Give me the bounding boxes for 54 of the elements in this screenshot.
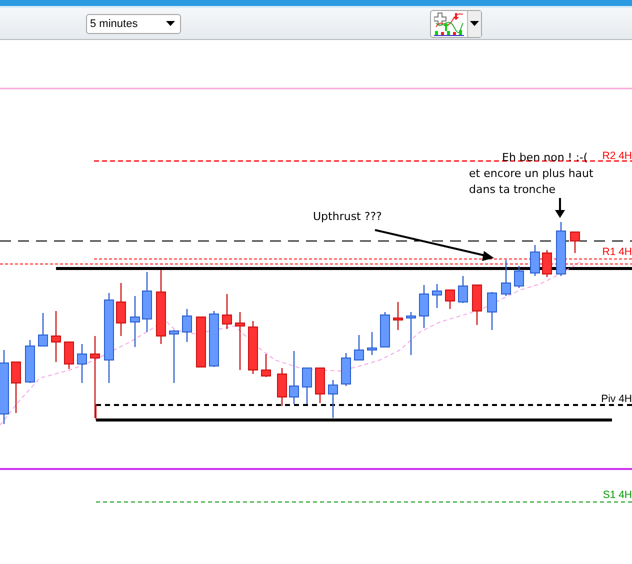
candlestick bbox=[77, 344, 87, 383]
candlestick bbox=[130, 296, 140, 347]
candlestick bbox=[419, 285, 429, 328]
candlestick bbox=[182, 309, 192, 342]
candlestick bbox=[514, 266, 524, 288]
caret-icon bbox=[166, 21, 175, 26]
candlestick bbox=[406, 312, 416, 355]
candlestick bbox=[472, 284, 482, 325]
candlestick bbox=[209, 311, 219, 367]
candlestick bbox=[116, 283, 126, 336]
candlestick bbox=[501, 260, 511, 296]
candlestick bbox=[51, 311, 61, 362]
candlestick bbox=[542, 250, 552, 277]
candlestick bbox=[556, 222, 566, 276]
candlestick bbox=[289, 351, 299, 404]
level-label: R1 4H bbox=[602, 246, 632, 258]
candlestick bbox=[380, 312, 390, 348]
level-label: S1 4H bbox=[602, 489, 632, 501]
candlestick bbox=[570, 232, 580, 253]
candlestick bbox=[328, 380, 338, 418]
candlestick bbox=[432, 284, 442, 308]
candlestick bbox=[169, 330, 179, 383]
annotation-text: dans ta tronche bbox=[469, 182, 556, 198]
annotation-text: Eh ben non ! :-( bbox=[502, 150, 588, 166]
indicators-button[interactable] bbox=[430, 10, 482, 38]
level-label: R2 4H bbox=[602, 150, 632, 162]
candlestick bbox=[142, 272, 152, 332]
candlestick bbox=[341, 353, 351, 386]
candlestick bbox=[248, 321, 258, 374]
candlestick bbox=[530, 245, 540, 276]
indicator-chart-icon bbox=[434, 11, 464, 36]
candlestick bbox=[445, 290, 455, 309]
caret-icon bbox=[470, 21, 479, 26]
candlestick bbox=[393, 302, 403, 330]
candlestick bbox=[11, 362, 21, 413]
candlestick bbox=[196, 316, 206, 368]
annotation-text: Upthrust ??? bbox=[313, 209, 382, 225]
annotation-text: et encore un plus haut bbox=[469, 166, 594, 182]
candlestick bbox=[64, 342, 74, 369]
candlestick bbox=[277, 368, 287, 406]
candlestick bbox=[222, 294, 232, 329]
candlestick bbox=[367, 332, 377, 355]
candlestick bbox=[235, 312, 245, 370]
candlestick bbox=[261, 354, 271, 377]
candlestick bbox=[25, 340, 35, 383]
candlestick bbox=[38, 313, 48, 346]
candlestick bbox=[458, 276, 468, 303]
level-label: Piv 4H bbox=[601, 393, 632, 405]
candlestick bbox=[315, 368, 325, 403]
timeframe-dropdown[interactable]: 5 minutes bbox=[86, 14, 181, 34]
candlestick bbox=[487, 292, 497, 330]
candlestick bbox=[302, 368, 312, 404]
arrow bbox=[555, 198, 565, 218]
candlestick bbox=[354, 335, 364, 360]
